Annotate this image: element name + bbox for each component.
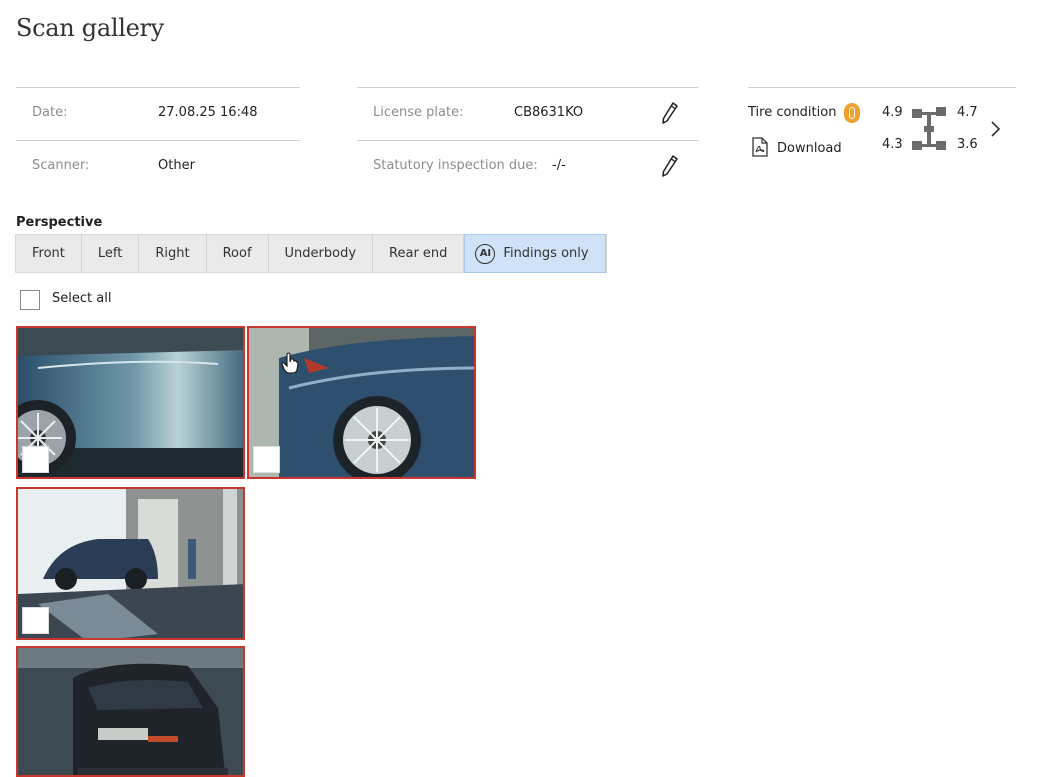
tire-rear-right-value: 3.6 (957, 137, 978, 152)
thumbnail-checkbox[interactable] (22, 446, 49, 473)
date-value: 27.08.25 16:48 (158, 105, 258, 120)
inspection-label: Statutory inspection due: (373, 158, 538, 173)
hand-cursor-icon (281, 352, 299, 374)
car-photo (18, 489, 243, 638)
download-link[interactable]: Download (777, 141, 842, 156)
edit-inspection-pencil-icon[interactable] (662, 155, 678, 177)
divider (357, 87, 698, 88)
tab-roof[interactable]: Roof (207, 235, 269, 272)
thumbnail-scanner-bay[interactable] (16, 487, 245, 640)
divider (748, 87, 1016, 88)
select-all-label[interactable]: Select all (52, 291, 111, 306)
tire-front-left-value: 4.9 (882, 105, 903, 120)
tab-rear-end[interactable]: Rear end (373, 235, 465, 272)
ai-icon: AI (475, 243, 496, 264)
tire-icon (844, 103, 860, 123)
divider (357, 140, 698, 141)
perspective-label: Perspective (16, 215, 103, 230)
tire-condition-label: Tire condition (748, 105, 837, 120)
scanner-label: Scanner: (32, 158, 90, 173)
divider (16, 87, 300, 88)
license-plate-value: CB8631KO (514, 105, 584, 120)
thumbnail-rear-wheel[interactable] (247, 326, 476, 479)
date-label: Date: (32, 105, 68, 120)
car-photo (18, 328, 243, 477)
chevron-right-icon[interactable] (988, 120, 1002, 138)
thumbnail-checkbox[interactable] (253, 446, 280, 473)
pdf-icon[interactable] (752, 137, 768, 157)
license-plate-label: License plate: (373, 105, 464, 120)
axle-diagram-icon (910, 106, 948, 152)
divider (16, 140, 300, 141)
tab-left[interactable]: Left (82, 235, 140, 272)
page-title: Scan gallery (16, 14, 164, 42)
tire-front-right-value: 4.7 (957, 105, 978, 120)
inspection-value: -/- (552, 158, 566, 173)
findings-only-label: Findings only (503, 246, 589, 261)
car-photo (18, 648, 243, 775)
tab-front[interactable]: Front (16, 235, 82, 272)
perspective-tabs: Front Left Right Roof Underbody Rear end… (15, 234, 607, 273)
edit-license-pencil-icon[interactable] (662, 102, 678, 124)
thumbnail-checkbox[interactable] (22, 607, 49, 634)
scanner-value: Other (158, 158, 195, 173)
select-all-checkbox[interactable] (20, 290, 40, 310)
thumbnail-rear-end[interactable] (16, 646, 245, 777)
tab-findings-only[interactable]: AI Findings only (464, 234, 606, 273)
tab-right[interactable]: Right (139, 235, 207, 272)
tab-underbody[interactable]: Underbody (269, 235, 374, 272)
car-photo (249, 328, 474, 477)
thumbnail-side-door[interactable] (16, 326, 245, 479)
tire-rear-left-value: 4.3 (882, 137, 903, 152)
